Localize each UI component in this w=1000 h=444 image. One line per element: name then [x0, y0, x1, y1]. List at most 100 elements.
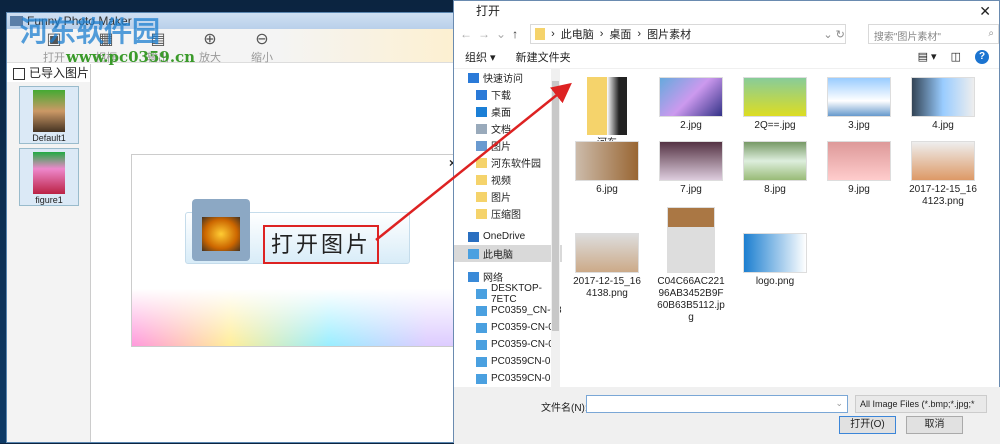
- tree-item[interactable]: 图片: [454, 137, 562, 154]
- file-item[interactable]: 9.jpg: [824, 141, 894, 196]
- tree-item[interactable]: 河东软件园: [454, 154, 562, 171]
- folder-icon: [476, 208, 487, 219]
- file-type-select[interactable]: All Image Files (*.bmp;*.jpg;*: [855, 395, 987, 413]
- organize-button[interactable]: 组织 ▾: [465, 49, 496, 65]
- folder-icon: [476, 157, 487, 168]
- breadcrumb-item[interactable]: 桌面: [609, 26, 631, 42]
- file-item[interactable]: 2Q==.jpg: [740, 77, 810, 132]
- toolbar-label: 放大: [199, 52, 221, 64]
- thumbnail-figure1[interactable]: figure1: [19, 148, 79, 206]
- recent-dropdown-icon[interactable]: ⌄: [496, 27, 506, 41]
- chevron-down-icon[interactable]: ⌄: [835, 398, 843, 409]
- file-thumbnail: [827, 141, 891, 181]
- open-image-button[interactable]: 打开图片: [185, 199, 410, 264]
- forward-icon[interactable]: →: [478, 27, 490, 41]
- file-name: 4.jpg: [932, 120, 954, 131]
- tree-item[interactable]: PC0359-CN-01: [454, 319, 562, 336]
- folder-icon: [476, 174, 487, 185]
- tree-item-label: 下载: [491, 91, 511, 102]
- tree-item[interactable]: 桌面: [454, 103, 562, 120]
- file-name: 2017-12-15_164123.png: [909, 184, 977, 207]
- file-item[interactable]: 2017-12-15_164123.png: [908, 141, 978, 208]
- navigation-tree: 快速访问 下载 桌面 文档 图片 河东软件园 视频 图片 压缩图 OneDrive 此电脑 网络 DES…: [454, 69, 562, 387]
- tree-item-label: PC0359-CN-01: [491, 322, 560, 333]
- command-bar: 组织 ▾ 新建文件夹 ▤ ▾ ◫?: [454, 45, 999, 69]
- cancel-button[interactable]: 取消: [906, 416, 963, 434]
- back-icon[interactable]: ←: [460, 27, 472, 41]
- view-options-icon[interactable]: ▤ ▾: [918, 50, 937, 64]
- tree-scrollbar[interactable]: [551, 69, 560, 387]
- tree-item[interactable]: PC0359_CN-08: [454, 302, 562, 319]
- file-item[interactable]: 7.jpg: [656, 141, 726, 196]
- toolbar-zoom-out-button[interactable]: ⊖ 缩小: [245, 31, 279, 64]
- imported-images-header: 已导入图片: [7, 64, 90, 82]
- flower-image: [202, 217, 240, 251]
- pc-icon: [476, 322, 487, 333]
- file-item[interactable]: 4.jpg: [908, 77, 978, 132]
- file-thumbnail: [575, 141, 639, 181]
- funny-photo-maker-window: Funny Photo Maker ▣ 打开 ▦ 相框 ▤ 输出 ⊕ 放大 ⊖ 缩小 已导…: [6, 12, 461, 443]
- thumbnail-image: [33, 90, 65, 132]
- file-item[interactable]: 2017-12-15_164138.png: [572, 233, 642, 300]
- tree-item[interactable]: 快速访问: [454, 69, 562, 86]
- search-input[interactable]: 搜索"图片素材" ⌕: [867, 24, 999, 44]
- file-item[interactable]: logo.png: [740, 233, 810, 288]
- folder-icon: [192, 199, 250, 261]
- tree-item[interactable]: 文档: [454, 120, 562, 137]
- tree-item[interactable]: 压缩图: [454, 205, 562, 222]
- file-name: logo.png: [755, 276, 795, 287]
- document-icon: [476, 123, 487, 134]
- tree-item-label: 快速访问: [483, 74, 523, 85]
- search-icon: ⌕: [988, 28, 994, 39]
- tree-item-label: PC0359CN-05-: [491, 356, 560, 367]
- scrollbar-thumb[interactable]: [552, 81, 559, 331]
- new-folder-button[interactable]: 新建文件夹: [516, 49, 571, 65]
- open-button[interactable]: 打开(O): [839, 416, 896, 434]
- tree-item[interactable]: 图片: [454, 188, 562, 205]
- file-item[interactable]: 2.jpg: [656, 77, 726, 132]
- star-icon: [468, 72, 479, 83]
- file-item[interactable]: 河东: [572, 77, 642, 150]
- help-icon[interactable]: ?: [975, 50, 989, 64]
- tree-item-label: 河东软件园: [491, 159, 541, 170]
- tree-item[interactable]: PC0359CN-05-: [454, 353, 562, 370]
- tree-item-label: 视频: [491, 176, 511, 187]
- open-file-dialog: 打开 ✕ ← → ⌄ ↑ › 此电脑 › 桌面 › 图片素材 ⌄ ↻ 搜索"图片素材" ⌕ 组织 ▾ …: [453, 0, 1000, 444]
- file-thumbnail: [667, 207, 715, 273]
- file-thumbnail: [911, 141, 975, 181]
- file-item[interactable]: 8.jpg: [740, 141, 810, 196]
- search-placeholder: 搜索"图片素材": [873, 32, 941, 43]
- tree-item-label: 图片: [491, 142, 511, 153]
- navigation-bar: ← → ⌄ ↑ › 此电脑 › 桌面 › 图片素材 ⌄ ↻ 搜索"图片素材" ⌕: [454, 23, 999, 45]
- file-thumbnail: [575, 233, 639, 273]
- file-item[interactable]: 6.jpg: [572, 141, 642, 196]
- refresh-icon[interactable]: ⌄ ↻: [823, 28, 845, 41]
- close-icon[interactable]: ✕: [979, 1, 991, 21]
- pc-icon: [468, 248, 479, 259]
- file-name: 2.jpg: [680, 120, 702, 131]
- toolbar-zoom-in-button[interactable]: ⊕ 放大: [193, 31, 227, 64]
- up-icon[interactable]: ↑: [512, 27, 518, 41]
- file-item[interactable]: 3.jpg: [824, 77, 894, 132]
- breadcrumb-item[interactable]: 此电脑: [561, 26, 594, 42]
- thumbnail-image: [33, 152, 65, 194]
- tree-item[interactable]: 此电脑: [454, 245, 562, 262]
- filename-input[interactable]: ⌄: [586, 395, 848, 413]
- breadcrumb-item[interactable]: 图片素材: [647, 26, 691, 42]
- dialog-title-bar: 打开 ✕: [454, 1, 999, 23]
- tree-item[interactable]: DESKTOP-7ETC: [454, 283, 562, 305]
- tree-item[interactable]: OneDrive: [454, 228, 562, 245]
- desktop-icon: [476, 106, 487, 117]
- file-name: 2Q==.jpg: [754, 120, 796, 131]
- tree-item[interactable]: PC0359-CN-02: [454, 336, 562, 353]
- tree-item[interactable]: 下载: [454, 86, 562, 103]
- preview-pane-icon[interactable]: ◫: [951, 50, 961, 64]
- zoom-out-icon: ⊖: [255, 31, 269, 48]
- address-bar[interactable]: › 此电脑 › 桌面 › 图片素材 ⌄ ↻: [530, 24, 846, 44]
- file-item[interactable]: C04C66AC22196AB3452B9F60B63B5112.jpg: [656, 207, 726, 324]
- tree-item[interactable]: PC0359CN-06: [454, 370, 562, 387]
- tree-item-label: 图片: [491, 193, 511, 204]
- tree-item[interactable]: 视频: [454, 171, 562, 188]
- thumbnail-default1[interactable]: Default1: [19, 86, 79, 144]
- thumbnail-label: figure1: [35, 195, 63, 205]
